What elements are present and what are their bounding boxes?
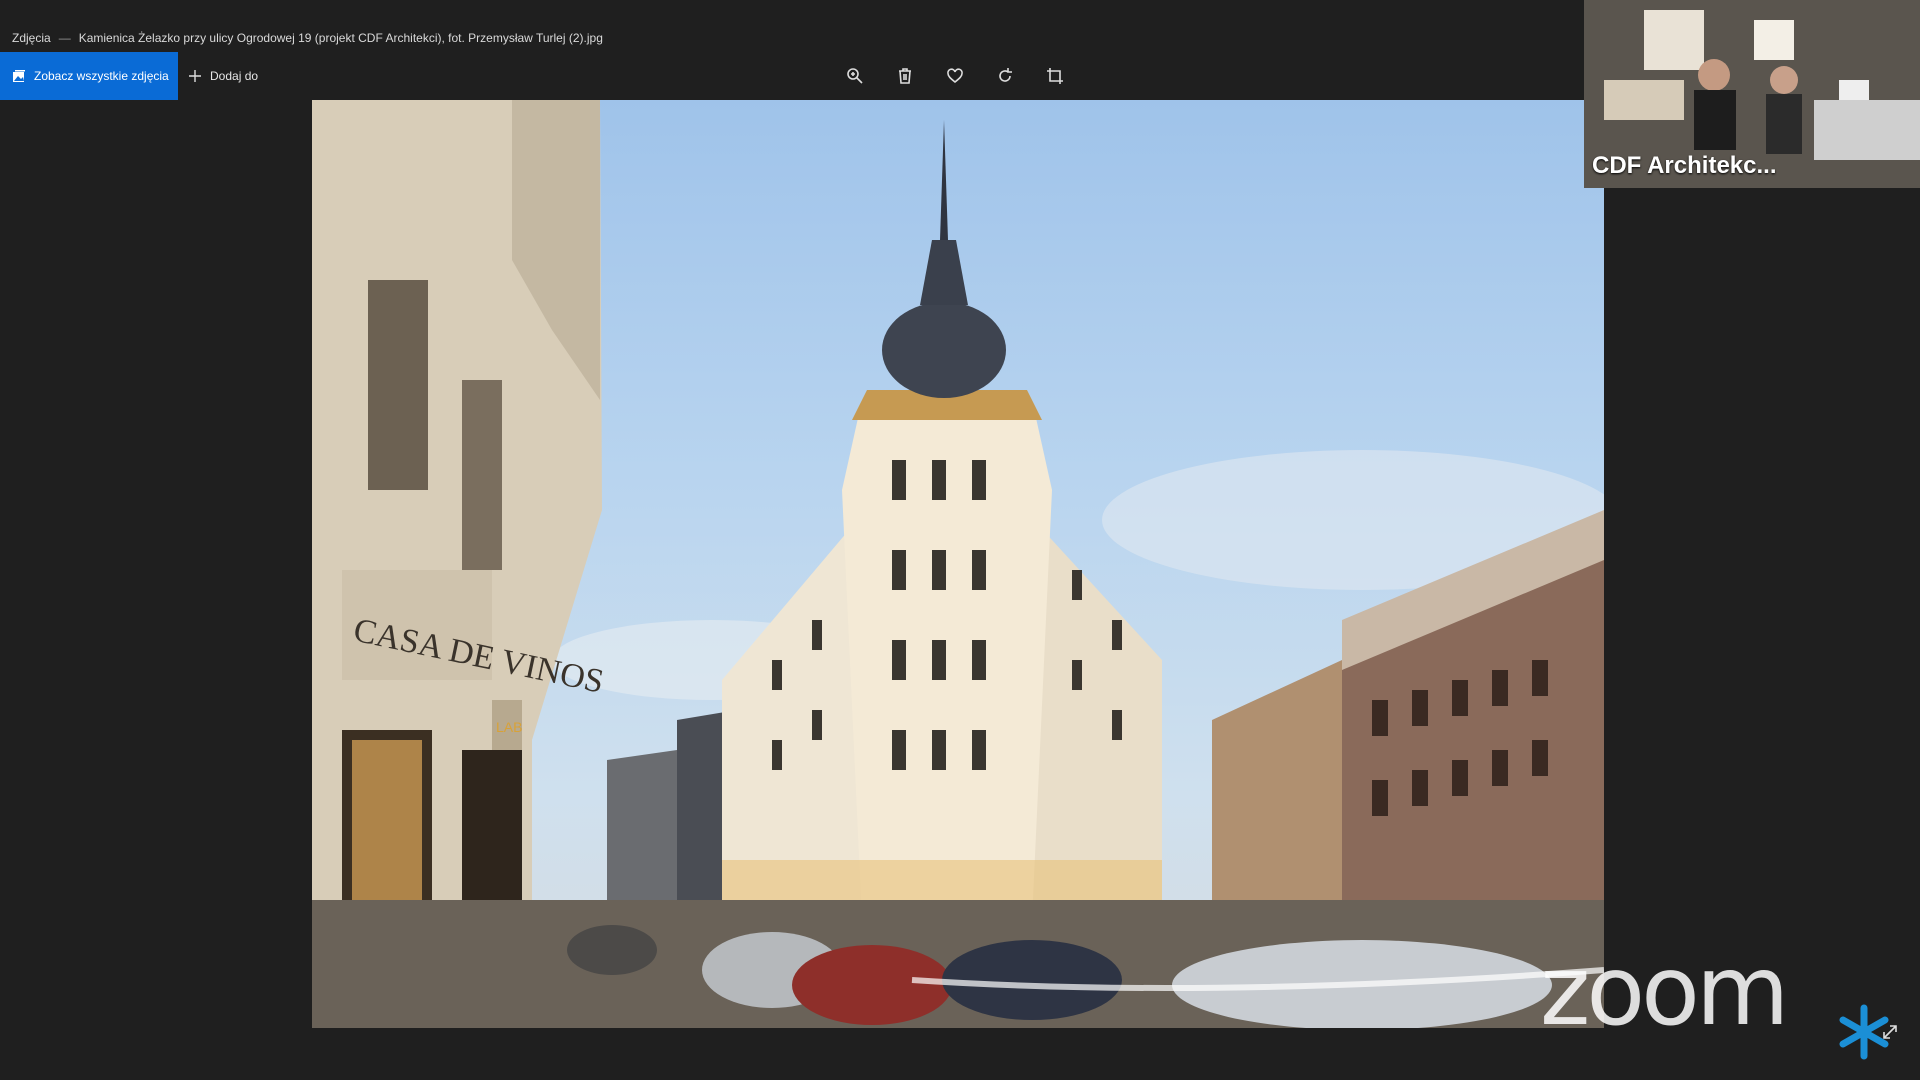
add-to-label: Dodaj do — [210, 69, 259, 83]
see-all-photos-label: Zobacz wszystkie zdjęcia — [34, 69, 169, 83]
expand-icon[interactable] — [1880, 1022, 1900, 1042]
heart-icon — [947, 68, 963, 84]
crop-button[interactable] — [1040, 61, 1070, 91]
participant-name: CDF Architekc... — [1592, 152, 1777, 179]
app-name: Zdjęcia — [12, 31, 51, 45]
window-title: Zdjęcia — Kamienica Żelazko przy ulicy Ogr… — [0, 24, 1592, 52]
see-all-photos-button[interactable]: Zobacz wszystkie zdjęcia — [0, 52, 178, 100]
participant-video[interactable]: CDF Architekc... — [1584, 0, 1920, 188]
add-to-button[interactable]: Dodaj do — [188, 52, 288, 100]
main-photo[interactable]: CASA DE VINOS LAB — [312, 100, 1604, 1028]
rotate-icon — [999, 68, 1012, 82]
trash-icon — [899, 68, 911, 84]
toolbar: Zobacz wszystkie zdjęcia Dodaj do — [0, 52, 1580, 100]
favorite-button[interactable] — [940, 61, 970, 91]
rotate-button[interactable] — [990, 61, 1020, 91]
delete-button[interactable] — [890, 61, 920, 91]
title-separator: — — [58, 31, 71, 45]
photo-gallery-icon — [13, 70, 25, 82]
zoom-watermark: zoom — [1540, 935, 1789, 1047]
street-photo: CASA DE VINOS LAB — [312, 100, 1604, 1028]
image-tools — [840, 52, 1070, 100]
plus-icon — [189, 70, 201, 82]
shop-sign-small: LAB — [496, 719, 522, 735]
file-name: Kamienica Żelazko przy ulicy Ogrodowej 1… — [78, 31, 603, 45]
zoom-in-button[interactable] — [840, 61, 870, 91]
zoom-in-icon — [847, 68, 863, 84]
crop-icon — [1047, 68, 1063, 84]
